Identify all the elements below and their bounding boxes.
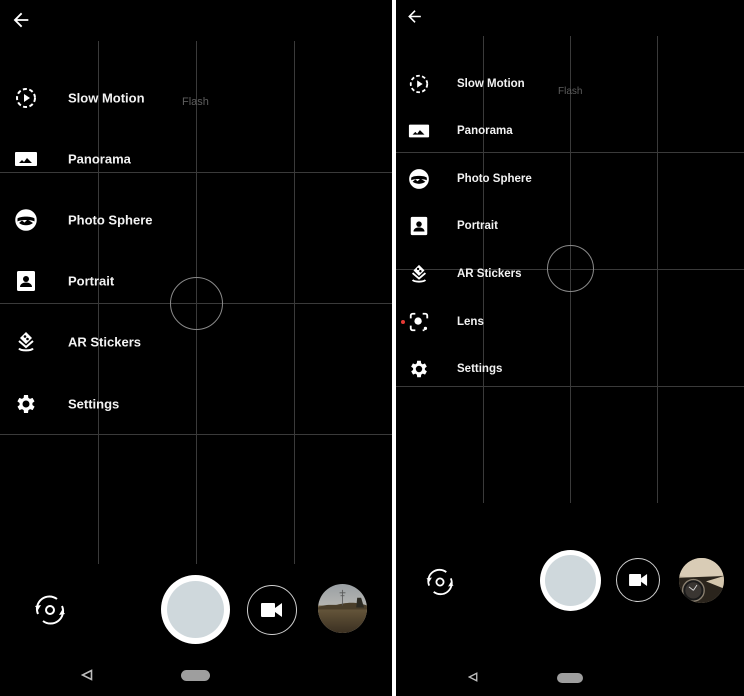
camera-screen-right: Flash Slow Motion Panorama Photo Sphere …: [396, 0, 744, 696]
menu-item-label: Portrait: [457, 220, 498, 232]
nav-back-triangle-icon: [81, 669, 93, 681]
menu-item-panorama[interactable]: Panorama: [396, 111, 744, 151]
menu-item-label: AR Stickers: [457, 268, 522, 280]
menu-item-label: Photo Sphere: [457, 173, 532, 185]
nav-back-button[interactable]: [81, 669, 93, 681]
nav-home-button[interactable]: [557, 673, 583, 683]
shutter-button[interactable]: [540, 550, 601, 611]
switch-camera-button[interactable]: [422, 564, 458, 600]
menu-item-panorama[interactable]: Panorama: [0, 139, 392, 179]
menu-item-label: Panorama: [457, 125, 513, 137]
gallery-thumbnail[interactable]: [318, 584, 367, 633]
menu-item-label: Lens: [457, 316, 484, 328]
menu-item-label: AR Stickers: [68, 334, 141, 350]
arrow-left-icon: [408, 10, 421, 23]
menu-item-label: Slow Motion: [457, 78, 525, 90]
thumbnail-image: [318, 584, 367, 633]
panorama-icon: [408, 120, 430, 142]
panorama-icon: [14, 147, 38, 171]
portrait-icon: [408, 215, 430, 237]
menu-item-ar-stickers[interactable]: AR Stickers: [396, 254, 744, 294]
nav-back-button[interactable]: [468, 672, 478, 682]
thumbnail-image: [679, 558, 724, 603]
nav-back-triangle-icon: [468, 672, 478, 682]
ar-stickers-icon: [408, 263, 430, 285]
menu-item-settings[interactable]: Settings: [0, 384, 392, 424]
photo-sphere-icon: [408, 168, 430, 190]
gallery-thumbnail[interactable]: [679, 558, 724, 603]
menu-item-portrait[interactable]: Portrait: [396, 206, 744, 246]
menu-item-label: Slow Motion: [68, 90, 145, 106]
lens-icon: [408, 311, 430, 333]
menu-item-label: Panorama: [68, 151, 131, 167]
menu-item-ar-stickers[interactable]: AR Stickers: [0, 322, 392, 362]
arrow-left-icon: [13, 12, 29, 28]
menu-item-photo-sphere[interactable]: Photo Sphere: [396, 159, 744, 199]
menu-item-settings[interactable]: Settings: [396, 349, 744, 389]
switch-camera-icon: [35, 595, 65, 625]
video-mode-button[interactable]: [247, 585, 297, 635]
videocam-icon: [261, 603, 282, 617]
switch-camera-button[interactable]: [30, 590, 70, 630]
menu-item-slow-motion[interactable]: Slow Motion: [0, 78, 392, 118]
menu-item-photo-sphere[interactable]: Photo Sphere: [0, 200, 392, 240]
ar-stickers-icon: [14, 330, 38, 354]
back-button[interactable]: [10, 9, 32, 31]
shutter-inner: [545, 555, 596, 606]
photo-sphere-icon: [14, 208, 38, 232]
portrait-icon: [14, 269, 38, 293]
slow-motion-icon: [408, 73, 430, 95]
videocam-icon: [628, 574, 647, 586]
menu-item-label: Photo Sphere: [68, 212, 153, 228]
new-badge-dot: [401, 320, 405, 324]
video-mode-button[interactable]: [616, 558, 660, 602]
nav-home-button[interactable]: [181, 670, 210, 681]
camera-screen-left: Flash Slow Motion Panorama Photo Sphere …: [0, 0, 392, 696]
menu-item-label: Settings: [68, 396, 120, 412]
grid-line: [0, 434, 392, 435]
shutter-inner: [167, 581, 224, 638]
grid-line: [396, 152, 744, 153]
gear-icon: [14, 392, 38, 416]
slow-motion-icon: [14, 86, 38, 110]
menu-item-lens[interactable]: Lens: [396, 302, 744, 342]
menu-item-portrait[interactable]: Portrait: [0, 261, 392, 301]
menu-item-label: Portrait: [68, 273, 115, 289]
back-button[interactable]: [405, 7, 424, 26]
shutter-button[interactable]: [161, 575, 230, 644]
menu-item-label: Settings: [457, 363, 503, 375]
switch-camera-icon: [426, 568, 454, 596]
menu-item-slow-motion[interactable]: Slow Motion: [396, 64, 744, 104]
gear-icon: [408, 358, 430, 380]
